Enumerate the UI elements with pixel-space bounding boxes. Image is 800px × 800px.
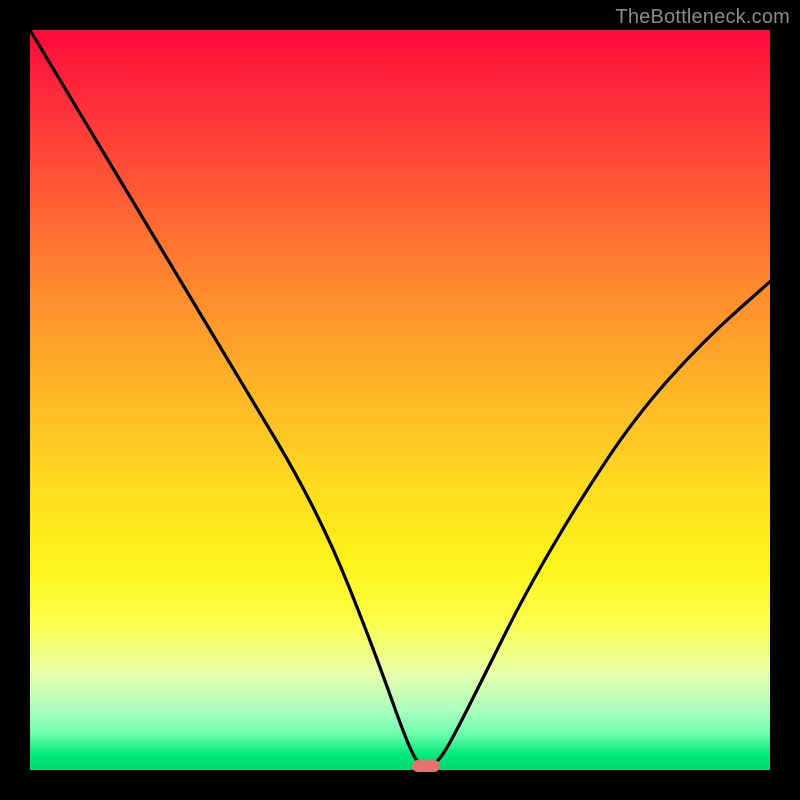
chart-stage: TheBottleneck.com xyxy=(0,0,800,800)
optimum-marker xyxy=(412,760,440,772)
bottleneck-curve xyxy=(30,30,770,770)
plot-area xyxy=(30,30,770,770)
curve-path xyxy=(30,30,770,766)
watermark-text: TheBottleneck.com xyxy=(615,6,790,29)
